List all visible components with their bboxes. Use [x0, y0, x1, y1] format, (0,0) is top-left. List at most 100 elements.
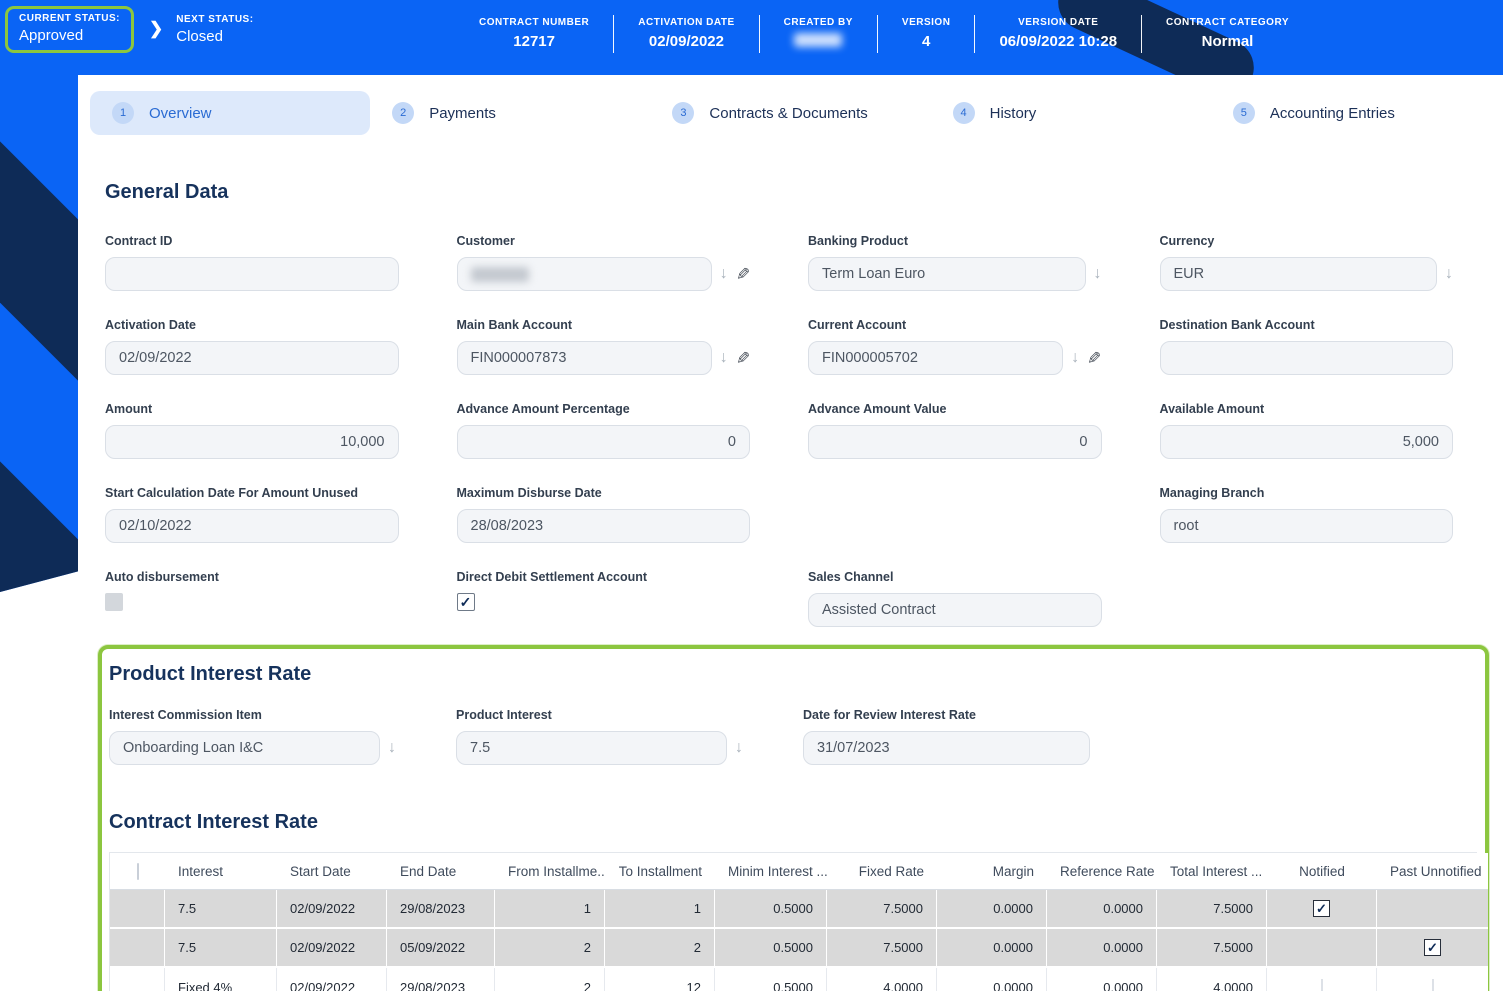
stat-label: CREATED BY: [784, 17, 853, 28]
dropdown-arrow-icon[interactable]: ↓: [1445, 266, 1453, 282]
tab-history[interactable]: 4 History: [931, 91, 1211, 135]
dropdown-arrow-icon[interactable]: ↓: [388, 740, 396, 756]
auto-disbursement-checkbox[interactable]: [105, 593, 123, 611]
select-all-checkbox[interactable]: [137, 863, 139, 880]
cell-reference-rate: 0.0000: [1047, 890, 1157, 929]
stat-label: VERSION: [902, 17, 951, 28]
maximum-disburse-date-input[interactable]: 28/08/2023: [457, 509, 751, 543]
customer-input[interactable]: [457, 257, 712, 291]
next-status-value: Closed: [176, 28, 253, 45]
past-unnotified-checkbox[interactable]: [1432, 979, 1434, 991]
activation-date-input[interactable]: 02/09/2022: [105, 341, 399, 375]
cell-total-interest: 7.5000: [1157, 929, 1267, 968]
notified-checkbox[interactable]: [1313, 900, 1330, 917]
column-header-from-installment: From Installme...: [495, 853, 605, 890]
column-header-notified: Notified: [1267, 853, 1377, 890]
row-select-cell[interactable]: [110, 890, 165, 929]
table-row[interactable]: 7.5 02/09/2022 29/08/2023 1 1 0.5000 7.5…: [110, 890, 1488, 929]
table-row[interactable]: Fixed 4% 02/09/2022 29/08/2023 2 12 0.50…: [110, 968, 1488, 991]
amount-input[interactable]: 10,000: [105, 425, 399, 459]
field-label: Currency: [1160, 234, 1454, 248]
cell-minim-interest: 0.5000: [715, 968, 827, 991]
sales-channel-input[interactable]: Assisted Contract: [808, 593, 1102, 627]
cell-interest: 7.5: [165, 890, 277, 929]
tab-label: Accounting Entries: [1270, 105, 1395, 122]
tab-contracts-documents[interactable]: 3 Contracts & Documents: [650, 91, 930, 135]
cell-end-date: 29/08/2023: [387, 890, 495, 929]
field-label: Destination Bank Account: [1160, 318, 1454, 332]
field-direct-debit-settlement-account: Direct Debit Settlement Account: [457, 570, 751, 627]
notified-checkbox[interactable]: [1321, 979, 1323, 991]
column-header-end-date: End Date: [387, 853, 495, 890]
dropdown-arrow-icon[interactable]: ↓: [735, 740, 743, 756]
cell-past-unnotified: [1377, 968, 1488, 991]
dropdown-arrow-icon[interactable]: ↓: [720, 350, 728, 366]
dropdown-arrow-icon[interactable]: ↓: [1071, 350, 1079, 366]
advance-amount-value-input[interactable]: 0: [808, 425, 1102, 459]
cell-margin: 0.0000: [937, 968, 1047, 991]
cell-total-interest: 7.5000: [1157, 890, 1267, 929]
cell-reference-rate: 0.0000: [1047, 968, 1157, 991]
start-calculation-date-input[interactable]: 02/10/2022: [105, 509, 399, 543]
currency-input[interactable]: EUR: [1160, 257, 1438, 291]
stat-value: 06/09/2022 10:28: [999, 33, 1117, 50]
cell-interest: Fixed 4%: [165, 968, 277, 991]
field-label: Interest Commission Item: [109, 708, 396, 722]
tab-label: Contracts & Documents: [709, 105, 867, 122]
main-panel: 1 Overview 2 Payments 3 Contracts & Docu…: [78, 75, 1503, 991]
cell-from-installment: 2: [495, 929, 605, 968]
table-row[interactable]: 7.5 02/09/2022 05/09/2022 2 2 0.5000 7.5…: [110, 929, 1488, 968]
column-header-start-date: Start Date: [277, 853, 387, 890]
row-select-cell[interactable]: [110, 968, 165, 991]
stat-value: 4: [902, 33, 951, 50]
managing-branch-input[interactable]: root: [1160, 509, 1454, 543]
cell-reference-rate: 0.0000: [1047, 929, 1157, 968]
advance-amount-percentage-input[interactable]: 0: [457, 425, 751, 459]
tab-number-badge: 3: [672, 102, 694, 124]
stat-value: Normal: [1166, 33, 1289, 50]
tab-payments[interactable]: 2 Payments: [370, 91, 650, 135]
product-interest-input[interactable]: 7.5: [456, 731, 727, 765]
tab-label: Payments: [429, 105, 496, 122]
field-label: Amount: [105, 402, 399, 416]
field-interest-commission-item: Interest Commission Item Onboarding Loan…: [109, 708, 396, 765]
field-label: Main Bank Account: [457, 318, 751, 332]
cell-from-installment: 1: [495, 890, 605, 929]
dropdown-arrow-icon[interactable]: ↓: [720, 266, 728, 282]
field-current-account: Current Account FIN000005702 ↓ ✎: [808, 318, 1102, 375]
row-select-cell[interactable]: [110, 929, 165, 968]
tab-number-badge: 2: [392, 102, 414, 124]
main-bank-account-input[interactable]: FIN000007873: [457, 341, 712, 375]
header-select-all-cell: [110, 853, 165, 890]
current-status-box: CURRENT STATUS: Approved: [5, 6, 134, 53]
field-label: Advance Amount Value: [808, 402, 1102, 416]
direct-debit-settlement-checkbox[interactable]: [457, 593, 475, 611]
stat-label: VERSION DATE: [999, 17, 1117, 28]
date-for-review-input[interactable]: 31/07/2023: [803, 731, 1090, 765]
tab-overview[interactable]: 1 Overview: [90, 91, 370, 135]
current-status-value: Approved: [19, 27, 120, 44]
dropdown-arrow-icon[interactable]: ↓: [1094, 266, 1102, 282]
stat-version-date: VERSION DATE 06/09/2022 10:28: [975, 15, 1142, 53]
edit-pencil-icon[interactable]: ✎: [736, 266, 750, 283]
stat-activation-date: ACTIVATION DATE 02/09/2022: [614, 15, 759, 53]
contract-id-input[interactable]: [105, 257, 399, 291]
cell-from-installment: 2: [495, 968, 605, 991]
cell-fixed-rate: 7.5000: [827, 929, 937, 968]
field-label: Current Account: [808, 318, 1102, 332]
column-header-minim-interest: Minim Interest ...: [715, 853, 827, 890]
table-header-row: Interest Start Date End Date From Instal…: [110, 853, 1488, 890]
interest-commission-item-input[interactable]: Onboarding Loan I&C: [109, 731, 380, 765]
app-root: CURRENT STATUS: Approved ❯ NEXT STATUS: …: [0, 0, 1503, 991]
banking-product-input[interactable]: Term Loan Euro: [808, 257, 1086, 291]
available-amount-input[interactable]: 5,000: [1160, 425, 1454, 459]
current-account-input[interactable]: FIN000005702: [808, 341, 1063, 375]
edit-pencil-icon[interactable]: ✎: [1087, 350, 1101, 367]
field-advance-amount-value: Advance Amount Value 0: [808, 402, 1102, 459]
cell-to-installment: 2: [605, 929, 715, 968]
tab-accounting-entries[interactable]: 5 Accounting Entries: [1211, 91, 1491, 135]
edit-pencil-icon[interactable]: ✎: [736, 350, 750, 367]
cell-past-unnotified: [1377, 929, 1488, 968]
past-unnotified-checkbox[interactable]: [1424, 939, 1441, 956]
destination-bank-account-input[interactable]: [1160, 341, 1454, 375]
